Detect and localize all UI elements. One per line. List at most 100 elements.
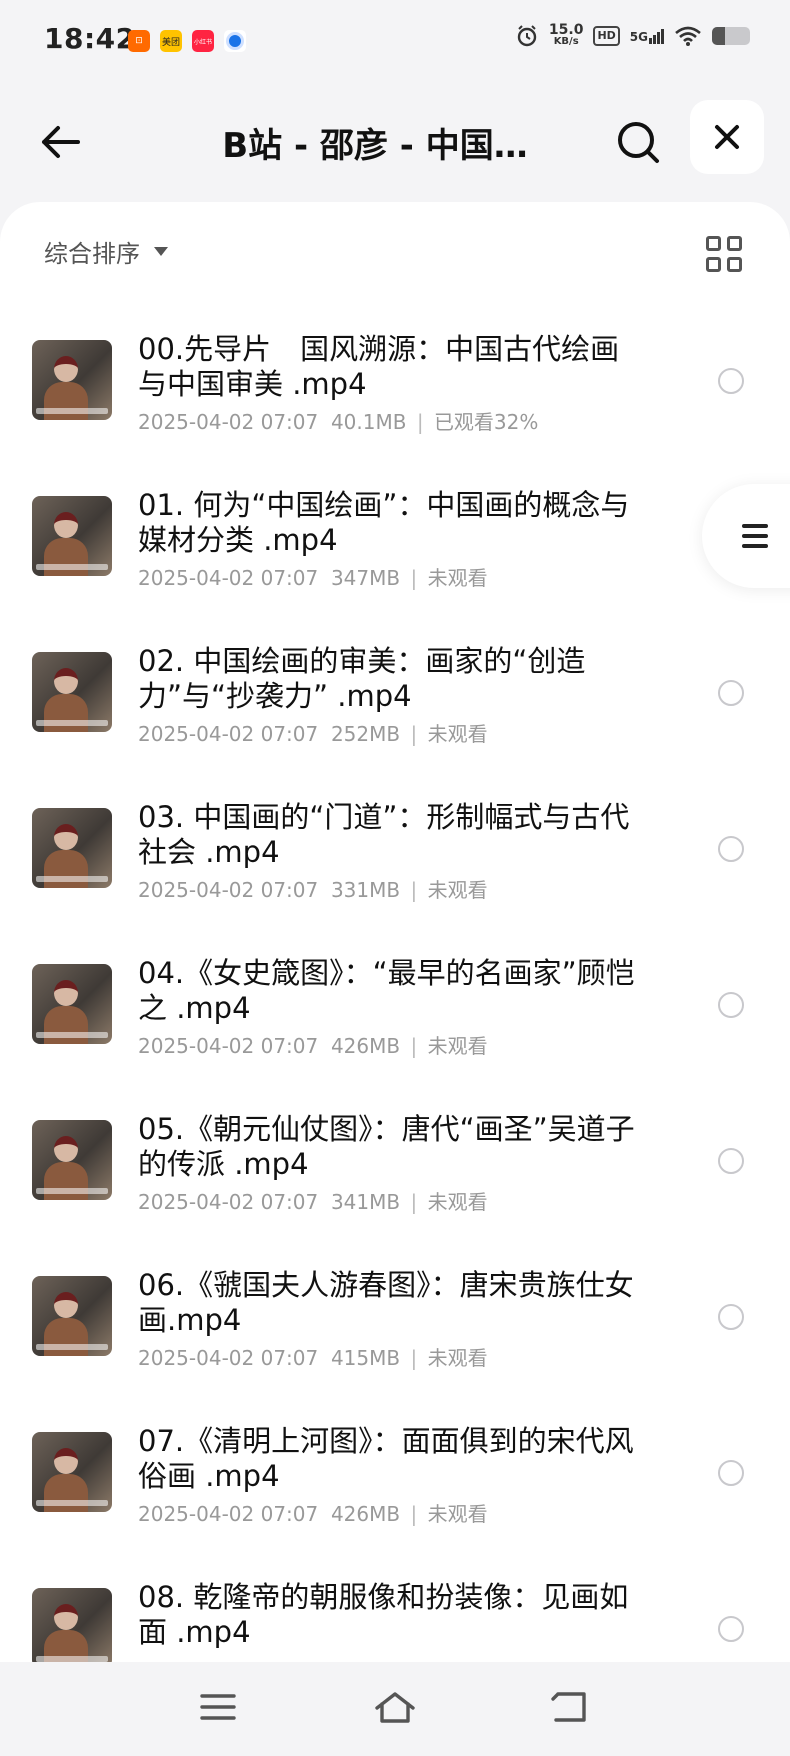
file-date: 2025-04-02 07:07 <box>138 878 319 902</box>
caret-down-icon <box>154 247 168 256</box>
battery-level <box>712 27 726 45</box>
file-date: 2025-04-02 07:07 <box>138 1346 319 1370</box>
select-radio[interactable] <box>718 1304 744 1330</box>
file-list-item[interactable]: 07.《清明上河图》：面面俱到的宋代风俗画 .mp4 2025-04-02 07… <box>0 1398 790 1554</box>
file-list-item[interactable]: 08. 乾隆帝的朝服像和扮装像：见画如面 .mp4 <box>0 1554 790 1662</box>
close-icon <box>715 125 739 149</box>
file-list-panel: 综合排序 00.先导片 国风溯源：中国古代绘画与中国审美 .mp4 2025-0… <box>0 202 790 1662</box>
file-list-item[interactable]: 00.先导片 国风溯源：中国古代绘画与中国审美 .mp4 2025-04-02 … <box>0 306 790 462</box>
meta-separator: | <box>410 1190 418 1214</box>
watch-status: 未观看 <box>427 1346 488 1370</box>
file-size: 415MB <box>330 1346 401 1370</box>
file-size: 341MB <box>330 1190 401 1214</box>
video-thumbnail <box>32 1276 112 1356</box>
system-nav-bar <box>0 1662 790 1756</box>
back-icon <box>551 1692 586 1722</box>
battery-icon <box>712 27 750 45</box>
file-list-item[interactable]: 03. 中国画的“门道”：形制幅式与古代社会 .mp4 2025-04-02 0… <box>0 774 790 930</box>
select-radio[interactable] <box>718 992 744 1018</box>
select-radio[interactable] <box>718 836 744 862</box>
back-button[interactable] <box>32 114 88 170</box>
watch-status: 未观看 <box>427 566 488 590</box>
network-speed-value: 15.0 <box>548 22 584 38</box>
file-date: 2025-04-02 07:07 <box>138 722 319 746</box>
menu-icon <box>742 524 768 548</box>
file-meta: 2025-04-02 07:07 40.1MB | 已观看32% <box>138 406 538 435</box>
taobao-app-icon: ⊡ <box>128 30 150 52</box>
file-list-item[interactable]: 02. 中国绘画的审美：画家的“创造力”与“抄袭力” .mp4 2025-04-… <box>0 618 790 774</box>
file-list-item[interactable]: 05.《朝元仙仗图》：唐代“画圣”吴道子的传派 .mp4 2025-04-02 … <box>0 1086 790 1242</box>
file-meta: 2025-04-02 07:07 341MB | 未观看 <box>138 1186 488 1215</box>
meta-separator: | <box>410 1346 418 1370</box>
meta-separator: | <box>410 1034 418 1058</box>
select-radio[interactable] <box>718 1460 744 1486</box>
close-button[interactable] <box>690 100 764 174</box>
search-button[interactable] <box>610 114 666 170</box>
xiaohongshu-app-icon: 小红书 <box>192 30 214 52</box>
nav-home-button[interactable] <box>365 1682 425 1732</box>
select-radio[interactable] <box>718 1148 744 1174</box>
nav-menu-button[interactable] <box>188 1682 248 1732</box>
video-thumbnail <box>32 340 112 420</box>
video-thumbnail <box>32 808 112 888</box>
file-name: 07.《清明上河图》：面面俱到的宋代风俗画 .mp4 <box>138 1424 634 1493</box>
file-date: 2025-04-02 07:07 <box>138 1502 319 1526</box>
watch-status: 未观看 <box>427 722 488 746</box>
file-size: 40.1MB <box>330 410 407 434</box>
watch-status: 未观看 <box>427 1502 488 1526</box>
file-size: 347MB <box>330 566 401 590</box>
alarm-icon <box>517 25 537 47</box>
file-date: 2025-04-02 07:07 <box>138 566 319 590</box>
video-thumbnail <box>32 496 112 576</box>
file-name: 03. 中国画的“门道”：形制幅式与古代社会 .mp4 <box>138 800 630 869</box>
file-size: 331MB <box>330 878 401 902</box>
meta-separator: | <box>410 1502 418 1526</box>
file-size: 426MB <box>330 1502 401 1526</box>
file-size: 426MB <box>330 1034 401 1058</box>
video-thumbnail <box>32 652 112 732</box>
video-thumbnail <box>32 1120 112 1200</box>
watch-status: 已观看32% <box>433 410 539 434</box>
meta-separator: | <box>410 566 418 590</box>
file-name: 00.先导片 国风溯源：中国古代绘画与中国审美 .mp4 <box>138 332 620 401</box>
file-list-item[interactable]: 01. 何为“中国绘画”：中国画的概念与媒材分类 .mp4 2025-04-02… <box>0 462 790 618</box>
video-thumbnail <box>32 1588 112 1662</box>
file-name: 02. 中国绘画的审美：画家的“创造力”与“抄袭力” .mp4 <box>138 644 586 713</box>
home-icon <box>375 1692 415 1723</box>
grid-view-button[interactable] <box>706 236 742 272</box>
meta-separator: | <box>410 722 418 746</box>
watch-status: 未观看 <box>427 1034 488 1058</box>
file-list-item[interactable]: 04.《女史箴图》：“最早的名画家”顾恺之 .mp4 2025-04-02 07… <box>0 930 790 1086</box>
hd-badge: HD <box>593 26 620 46</box>
wifi-icon <box>675 26 701 46</box>
video-thumbnail <box>32 1432 112 1512</box>
video-thumbnail <box>32 964 112 1044</box>
file-list-item[interactable]: 06.《虢国夫人游春图》：唐宋贵族仕女画.mp4 2025-04-02 07:0… <box>0 1242 790 1398</box>
network-speed: 15.0 KB/s <box>548 22 584 48</box>
file-meta: 2025-04-02 07:07 331MB | 未观看 <box>138 874 488 903</box>
file-meta: 2025-04-02 07:07 426MB | 未观看 <box>138 1498 488 1527</box>
notification-icons: ⊡ 美团 小红书 <box>128 30 246 52</box>
network-type: 5G <box>629 29 648 44</box>
file-meta: 2025-04-02 07:07 415MB | 未观看 <box>138 1342 488 1371</box>
sort-dropdown[interactable]: 综合排序 <box>44 234 168 269</box>
file-name: 05.《朝元仙仗图》：唐代“画圣”吴道子的传派 .mp4 <box>138 1112 635 1181</box>
page-title: B站 - 邵彦 - 中国… <box>222 126 528 166</box>
file-date: 2025-04-02 07:07 <box>138 1190 319 1214</box>
select-radio[interactable] <box>718 1616 744 1642</box>
meta-separator: | <box>416 410 424 434</box>
meta-separator: | <box>410 878 418 902</box>
nav-back-button[interactable] <box>540 1682 600 1732</box>
file-name: 01. 何为“中国绘画”：中国画的概念与媒材分类 .mp4 <box>138 488 630 557</box>
watch-status: 未观看 <box>427 1190 488 1214</box>
file-size: 252MB <box>330 722 401 746</box>
sort-label: 综合排序 <box>44 240 140 268</box>
select-radio[interactable] <box>718 680 744 706</box>
status-bar: 18:42 ⊡ 美团 小红书 15.0 KB/s HD 5G <box>0 0 790 84</box>
file-date: 2025-04-02 07:07 <box>138 410 319 434</box>
select-radio[interactable] <box>718 368 744 394</box>
signal-icon: 5G <box>629 28 664 44</box>
arrow-left-icon <box>42 126 80 158</box>
file-meta: 2025-04-02 07:07 426MB | 未观看 <box>138 1030 488 1059</box>
file-meta: 2025-04-02 07:07 252MB | 未观看 <box>138 718 488 747</box>
